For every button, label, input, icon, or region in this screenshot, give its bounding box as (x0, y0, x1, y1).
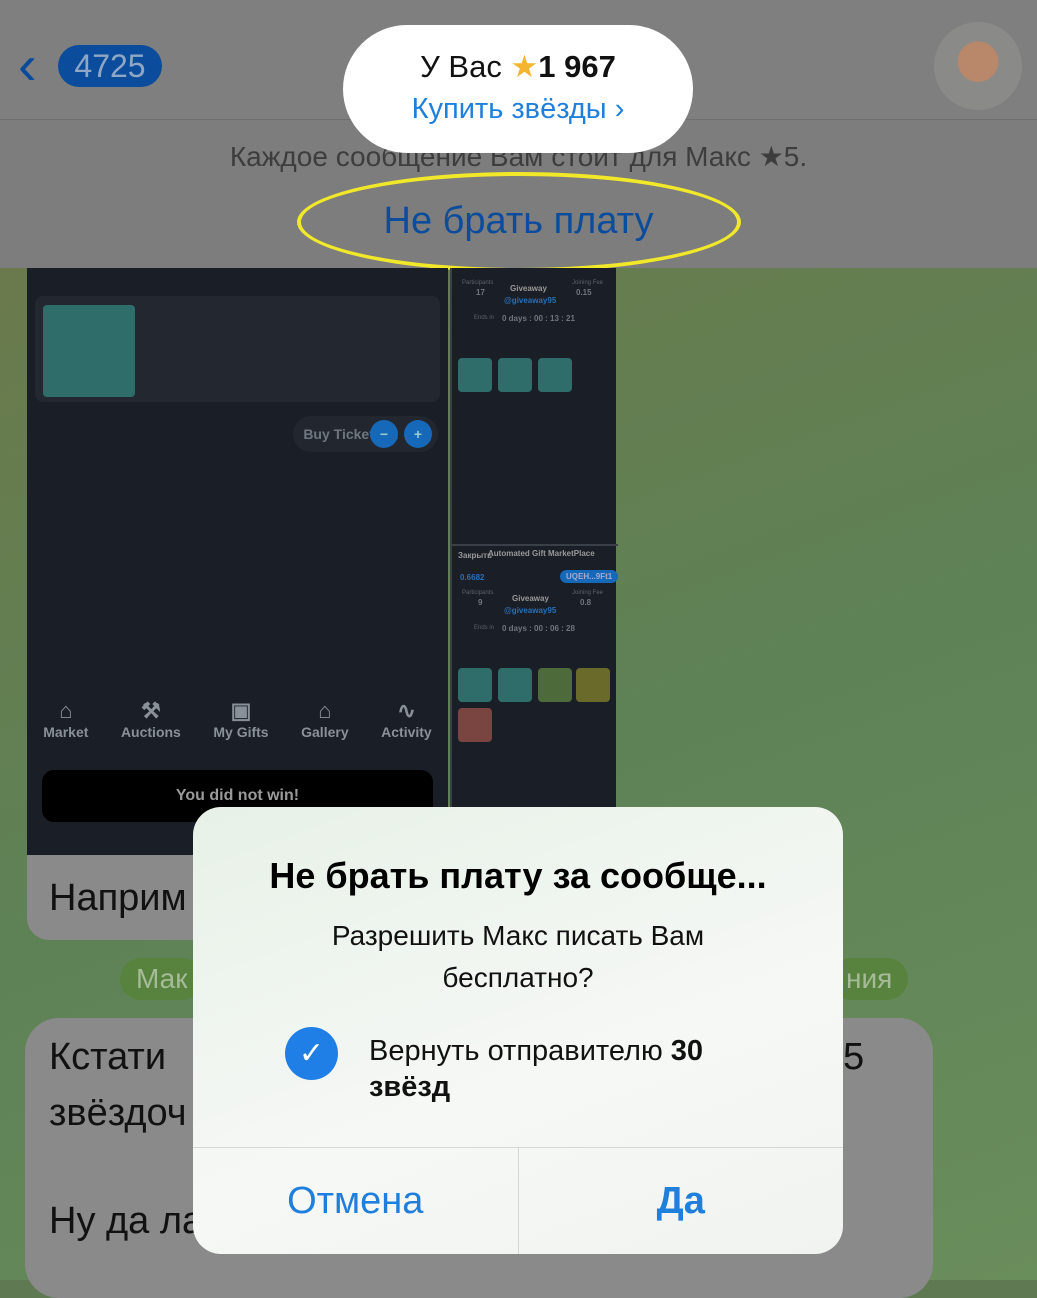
app-title: Automated Gift MarketPlace (488, 549, 595, 558)
cancel-button[interactable]: Отмена (193, 1148, 518, 1254)
market-icon: ⌂ (59, 698, 73, 723)
checkmark-icon[interactable]: ✓ (285, 1027, 338, 1080)
dialog-message: Разрешить Макс писать Вам бесплатно? (331, 920, 705, 993)
gift-image (458, 668, 492, 702)
minus-icon[interactable]: − (370, 420, 398, 448)
balance-popup: У Вас ★1 967 Купить звёзды › (343, 25, 693, 153)
nav-my-gifts[interactable]: ▣ My Gifts (213, 698, 268, 740)
activity-icon: ∿ (397, 698, 416, 723)
wallet-button[interactable]: UQEH...9Ft1 (560, 570, 619, 583)
buy-stars-link[interactable]: Купить звёзды › (343, 93, 693, 126)
unread-count-badge[interactable]: 4725 (58, 45, 162, 87)
joining-fee: 0.15 (576, 288, 592, 297)
ends-in-label: Ends in (474, 315, 495, 321)
participants-count: 17 (476, 288, 485, 297)
refund-checkbox-label[interactable]: Вернуть отправителю 30 звёзд (369, 1033, 789, 1105)
gift-image (458, 708, 492, 742)
participants-label: Participants (462, 590, 494, 596)
dialog-title: Не брать плату за сообще... (269, 855, 767, 896)
participants-count: 9 (478, 598, 483, 607)
nav-gallery[interactable]: ⌂ Gallery (301, 698, 348, 740)
divider (452, 544, 618, 546)
joining-fee-label: Joining Fee (572, 590, 604, 596)
giveaway-title: Giveaway (510, 284, 547, 293)
ends-timer: 0 days : 00 : 13 : 21 (502, 314, 575, 323)
gift-image (538, 668, 572, 702)
close-link[interactable]: Закрыть (458, 551, 492, 560)
joining-fee-label: Joining Fee (572, 280, 604, 286)
star-icon: ★ (510, 49, 539, 84)
ends-timer: 0 days : 00 : 06 : 28 (502, 624, 575, 633)
nav-market[interactable]: ⌂ Market (43, 698, 88, 740)
back-chevron-icon[interactable]: ‹ (18, 37, 37, 93)
gift-image (538, 358, 572, 392)
giveaway-title: Giveaway (512, 594, 549, 603)
app-nav-bar: ⌂ Market ⚒ Auctions ▣ My Gifts ⌂ Gallery ∿ Ac… (27, 698, 448, 740)
gift-image (43, 305, 135, 397)
giveaway-handle: @giveaway95 (504, 606, 557, 615)
avatar[interactable] (934, 22, 1022, 110)
balance-amount: 1 967 (538, 49, 616, 84)
screenshot-image-right[interactable]: Participants 17 Giveaway @giveaway95 Joi… (450, 268, 619, 855)
message-text: звёздоч (49, 1092, 187, 1134)
message-text: Кстати (49, 1036, 167, 1078)
confirm-button[interactable]: Да (517, 1148, 844, 1254)
participants-label: Participants (462, 280, 494, 286)
wallet-balance: 0.6682 (460, 573, 485, 582)
nav-activity[interactable]: ∿ Activity (381, 698, 432, 740)
plus-icon[interactable]: + (404, 420, 432, 448)
no-fee-dialog: Не брать плату за сообще... Разрешить Ма… (193, 807, 843, 1254)
gift-image (458, 358, 492, 392)
gift-image (498, 358, 532, 392)
highlight-ellipse (297, 172, 741, 272)
gavel-icon: ⚒ (141, 698, 161, 723)
gift-icon: ▣ (230, 698, 252, 723)
giveaway-handle: @giveaway95 (504, 296, 557, 305)
nav-auctions[interactable]: ⚒ Auctions (121, 698, 181, 740)
message-text: 5 (843, 1036, 865, 1078)
gift-image (576, 668, 610, 702)
ends-in-label: Ends in (474, 625, 495, 631)
buy-tickets-control[interactable]: Buy Tickets: 1−+ (293, 416, 438, 452)
message-text: Ну да ла (49, 1200, 204, 1242)
service-message: Мак (120, 958, 204, 1000)
gift-image (498, 668, 532, 702)
balance-prefix: У Вас (420, 49, 502, 84)
screenshot-image-left[interactable]: Buy Tickets: 1−+ ⌂Market ⚒Auctions ▣My G… (27, 268, 448, 855)
joining-fee: 0.8 (580, 598, 592, 607)
store-icon: ⌂ (318, 698, 332, 723)
